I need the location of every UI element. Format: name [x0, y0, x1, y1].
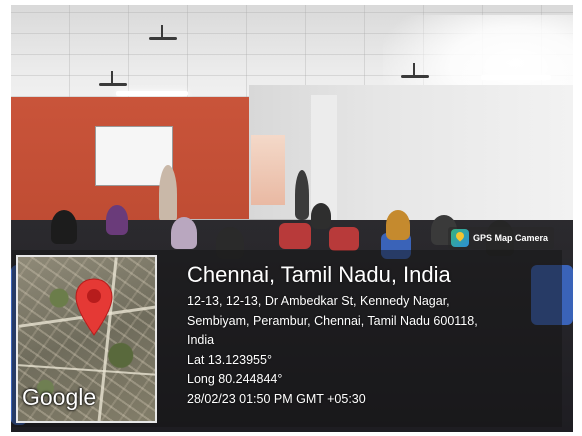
curtained-window: [251, 135, 285, 205]
gps-map-camera-badge: GPS Map Camera: [448, 227, 555, 249]
satellite-mini-map: Google: [16, 255, 157, 423]
chair: [279, 223, 311, 249]
ceiling-fan: [149, 25, 177, 40]
longitude: Long 80.244844°: [187, 372, 283, 386]
tube-light: [481, 75, 551, 80]
tube-light: [116, 91, 188, 96]
chair: [329, 227, 359, 251]
speaker: [159, 165, 177, 223]
address-line: Sembiyam, Perambur, Chennai, Tamil Nadu …: [187, 313, 478, 328]
audience-member: [311, 203, 331, 229]
google-logo: Google: [22, 384, 97, 410]
audience-member: [106, 205, 128, 235]
audience-member: [171, 217, 197, 249]
audience-member: [386, 210, 410, 240]
location-info: Chennai, Tamil Nadu, India 12-13, 12-13,…: [187, 262, 557, 409]
map-road: [18, 364, 155, 376]
ceiling-fan: [99, 71, 127, 86]
latitude: Lat 13.123955°: [187, 352, 272, 367]
timestamp: 28/02/23 01:50 PM GMT +05:30: [187, 391, 366, 406]
gps-map-camera-icon: [451, 229, 469, 247]
location-title: Chennai, Tamil Nadu, India: [187, 262, 451, 287]
address-line: 12-13, 12-13, Dr Ambedkar St, Kennedy Na…: [187, 294, 450, 308]
address-line: India: [187, 333, 215, 347]
map-pin-icon: [75, 278, 113, 336]
brand-label: GPS Map Camera: [473, 233, 549, 243]
audience-member: [51, 210, 77, 244]
person-standing: [295, 170, 309, 220]
ceiling-fan: [401, 63, 429, 78]
